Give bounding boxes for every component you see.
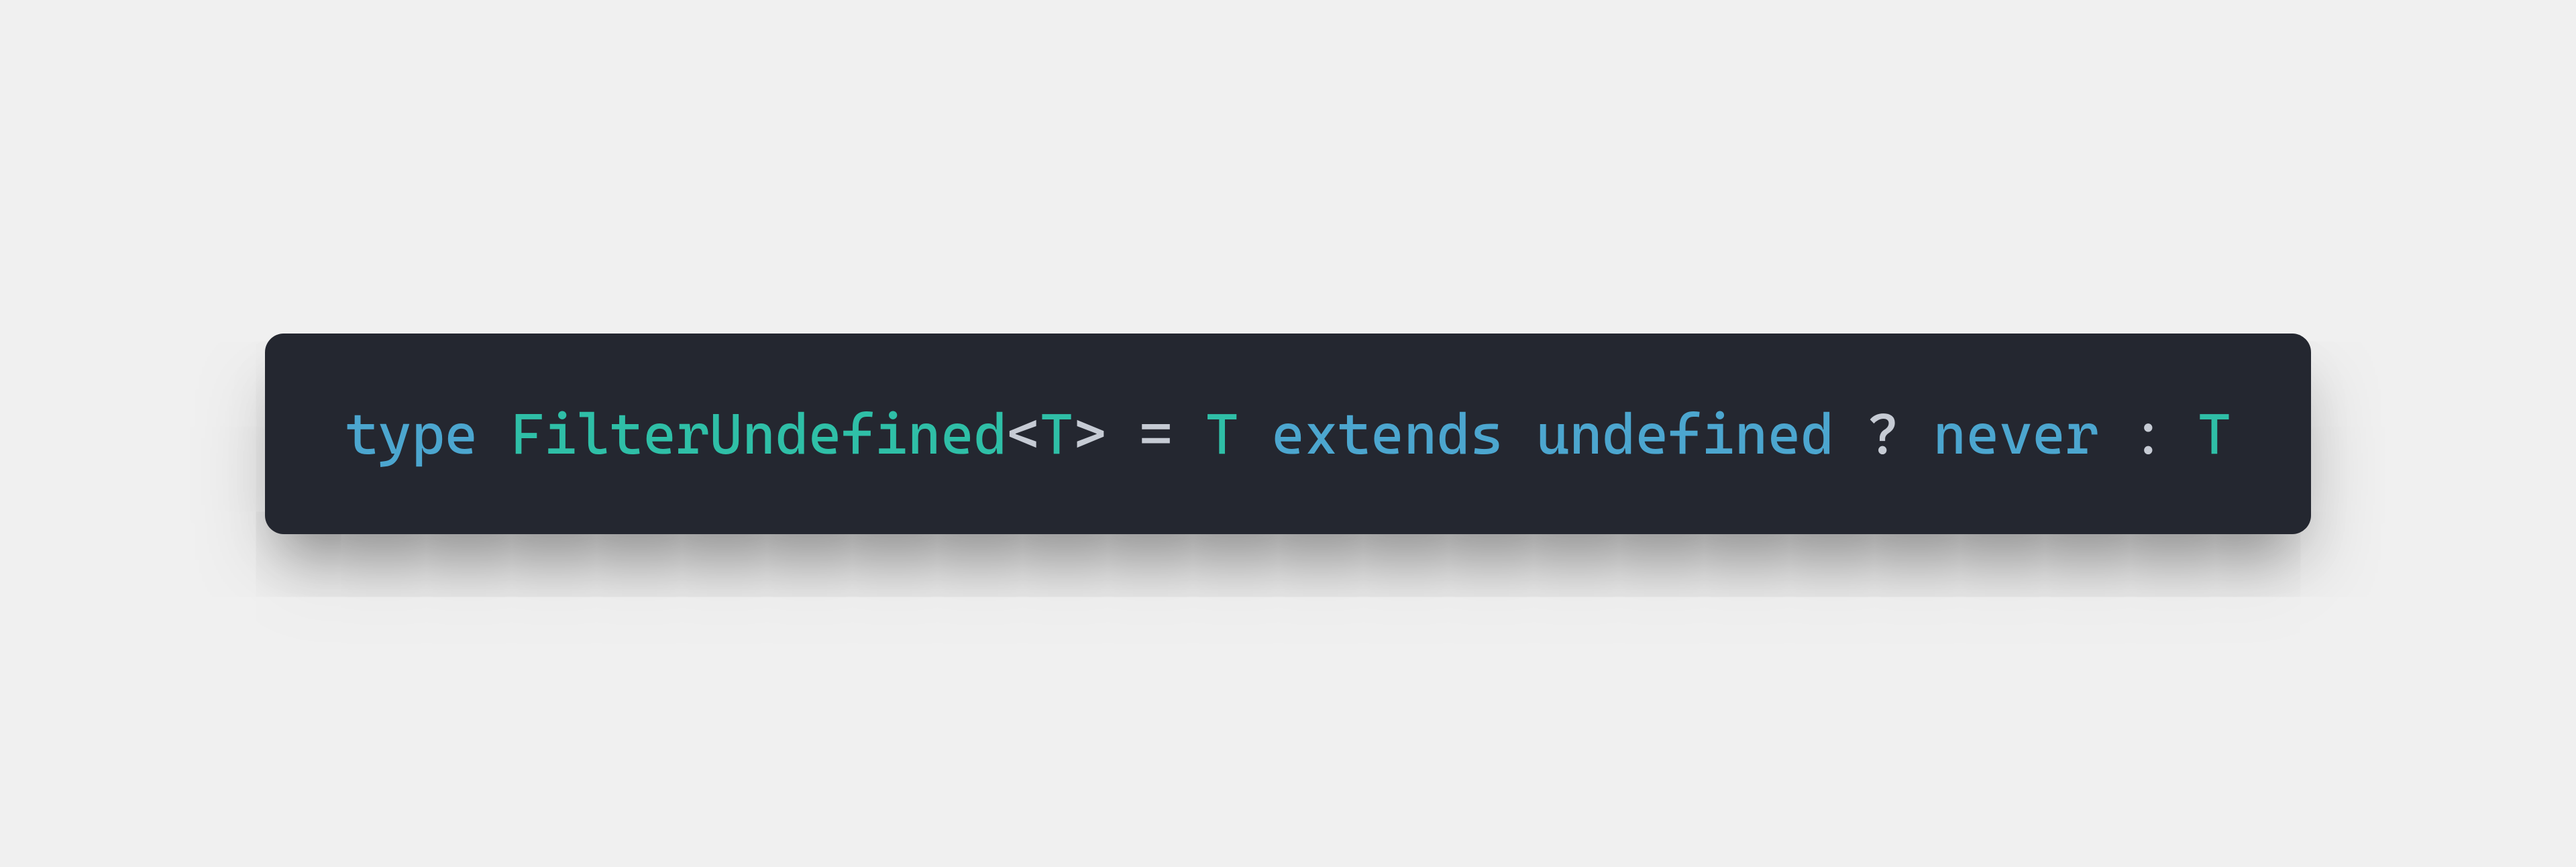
token-space xyxy=(1834,401,1867,467)
token-generic-param: T xyxy=(1040,401,1073,467)
code-block: type FilterUndefined<T> = T extends unde… xyxy=(265,334,2312,534)
token-angle-close: > xyxy=(1073,401,1106,467)
token-keyword-extends: extends xyxy=(1271,401,1503,467)
token-colon: : xyxy=(2131,401,2164,467)
token-angle-open: < xyxy=(1007,401,1040,467)
token-space xyxy=(2165,401,2198,467)
token-space xyxy=(1106,401,1139,467)
token-keyword-type: type xyxy=(345,401,478,467)
token-space xyxy=(2098,401,2131,467)
token-generic-ref: T xyxy=(2198,401,2231,467)
token-space xyxy=(1172,401,1205,467)
token-type-name: FilterUndefined xyxy=(511,401,1007,467)
token-equals: = xyxy=(1139,401,1172,467)
token-space xyxy=(478,401,511,467)
token-space xyxy=(1900,401,1933,467)
token-space xyxy=(1238,401,1271,467)
token-keyword-never: never xyxy=(1933,401,2098,467)
token-generic-ref: T xyxy=(1205,401,1238,467)
token-keyword-undefined: undefined xyxy=(1536,401,1834,467)
token-question-mark: ? xyxy=(1867,401,1900,467)
token-space xyxy=(1503,401,1536,467)
